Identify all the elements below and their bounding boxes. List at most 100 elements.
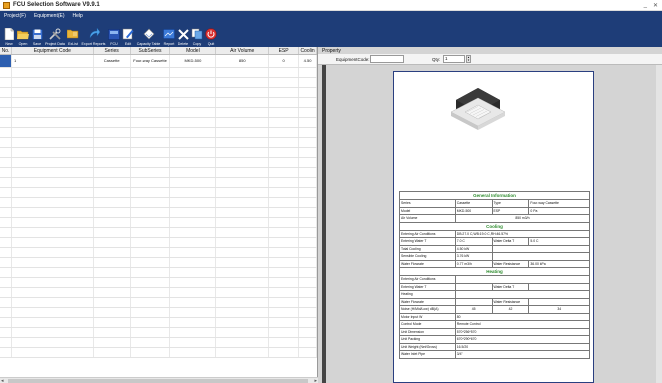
menu-project[interactable]: Project(F) <box>4 13 26 19</box>
open-folder-icon <box>17 28 29 40</box>
col-equipment-code[interactable]: Equipment Code <box>12 47 94 54</box>
quit-icon <box>205 28 217 40</box>
save-button[interactable]: Save <box>30 22 44 47</box>
new-doc-icon <box>3 28 15 40</box>
total-cooling-label: Total Cooling <box>399 244 456 253</box>
esp-label: ESP <box>491 206 530 215</box>
entering-air-value: DB:27.0 C,WB:19.0 C,RH:46.57% <box>454 229 591 238</box>
col-model[interactable]: Model <box>170 47 217 54</box>
empty-table-row <box>0 98 318 108</box>
control-mode-value: Remote Control <box>454 320 591 329</box>
empty-table-row <box>0 308 318 318</box>
horizontal-scrollbar[interactable]: ◂ ▸ <box>0 377 318 383</box>
window-title: FCU Selection Software V9.9.1 <box>13 2 100 8</box>
model-value: MKD-500 <box>454 206 493 215</box>
report-button[interactable]: Report <box>162 22 176 47</box>
col-subseries[interactable]: SubSeries <box>131 47 171 54</box>
esp-value: 0 Pa <box>528 206 590 215</box>
export-reports-button[interactable]: Export Reports <box>80 22 107 47</box>
tools-icon <box>49 28 61 40</box>
scroll-left-icon[interactable]: ◂ <box>1 378 4 383</box>
empty-table-row <box>0 208 318 218</box>
menu-help[interactable]: Help <box>73 13 83 19</box>
col-cooling[interactable]: Coolin <box>299 47 317 54</box>
entering-water-label: Entering Water T <box>399 237 456 246</box>
table-row[interactable]: 1 Cassette Four-way Cassette MKD-500 850… <box>0 55 318 68</box>
edit-button[interactable]: Edit <box>121 22 135 47</box>
empty-table-row <box>0 68 318 78</box>
vertical-scrollbar[interactable] <box>656 65 662 383</box>
delete-icon <box>177 28 189 40</box>
empty-table-row <box>0 178 318 188</box>
heating-water-flowrate-label: Water Flowrate <box>399 297 456 306</box>
empty-table-row <box>0 218 318 228</box>
equipment-grid: No. Equipment Code Series SubSeries Mode… <box>0 47 318 383</box>
row-selector[interactable] <box>0 55 12 67</box>
open-button[interactable]: Open <box>16 22 30 47</box>
empty-table-row <box>0 78 318 88</box>
noise-high: 45 <box>454 305 493 314</box>
scrollbar-thumb[interactable] <box>8 379 308 383</box>
minimize-button[interactable]: _ <box>644 2 647 9</box>
total-cooling-value: 4.50 kW <box>454 244 493 253</box>
toolbar: New Open Save Project Data ExList Export… <box>0 20 662 47</box>
quit-button[interactable]: Quit <box>204 22 218 47</box>
empty-table-row <box>0 158 318 168</box>
delete-button[interactable]: Delete <box>176 22 190 47</box>
app-icon <box>3 1 10 9</box>
report-preview: General Information Series Cassette Type… <box>393 71 594 383</box>
noise-mid: 42 <box>491 305 530 314</box>
empty-table-row <box>0 288 318 298</box>
col-air-volume[interactable]: Air Volume <box>216 47 270 54</box>
water-delta-label: Water Delta T <box>491 237 530 246</box>
qty-stepper[interactable]: ▴ ▾ <box>466 55 471 63</box>
export-reports-icon <box>88 28 100 40</box>
water-delta-value: 5.0 C <box>528 237 590 246</box>
col-esp[interactable]: ESP <box>269 47 300 54</box>
col-no[interactable]: No. <box>0 47 12 54</box>
new-button[interactable]: New <box>2 22 16 47</box>
capacity-table-button[interactable]: Capacity Table <box>135 22 162 47</box>
empty-table-row <box>0 108 318 118</box>
control-mode-label: Control Mode <box>399 320 456 329</box>
noise-low: 34 <box>528 305 590 314</box>
empty-table-row <box>0 278 318 288</box>
empty-table-row <box>0 328 318 338</box>
empty-table-row <box>0 128 318 138</box>
edit-icon <box>122 28 134 40</box>
entering-water-value: 7.0 C <box>454 237 493 246</box>
noise-label: Noise (H/Mid/Low) dB(A) <box>399 305 456 314</box>
menu-equipment[interactable]: Equipment(E) <box>34 13 65 19</box>
copy-button[interactable]: Copy <box>190 22 204 47</box>
fcu-icon <box>108 28 120 40</box>
air-volume-label: Air Volume <box>399 214 456 223</box>
cooling-heading: Cooling <box>399 221 590 231</box>
empty-table-row <box>0 258 318 268</box>
empty-table-row <box>0 338 318 348</box>
empty-table-row <box>0 138 318 148</box>
equipment-code-input[interactable] <box>370 55 404 63</box>
copy-icon <box>191 28 203 40</box>
project-data-button[interactable]: Project Data <box>44 22 66 47</box>
empty-table-row <box>0 268 318 278</box>
exlist-button[interactable]: ExList <box>66 22 80 47</box>
grid-header: No. Equipment Code Series SubSeries Mode… <box>0 47 317 55</box>
water-inlet-pipe-label: Water Inlet Pipe <box>399 350 456 359</box>
heating-label: Heating <box>399 290 456 299</box>
title-bar: FCU Selection Software V9.9.1 _ ✕ <box>0 0 662 11</box>
unit-dimension-value: 570*256*570 <box>454 327 591 336</box>
empty-table-row <box>0 88 318 98</box>
type-value: Four-way Cassette <box>528 199 590 208</box>
unit-weight-label: Unit Weight (Net/Gross) <box>399 342 456 351</box>
scroll-right-icon[interactable]: ▸ <box>314 378 317 383</box>
qty-input[interactable]: 1 <box>443 55 465 63</box>
air-volume-value: 850 m3/h <box>454 214 591 223</box>
col-series[interactable]: Series <box>94 47 131 54</box>
close-button[interactable]: ✕ <box>653 2 658 9</box>
fcu-button[interactable]: FCU <box>107 22 121 47</box>
qty-label: Qty: <box>432 57 441 62</box>
sensible-cooling-label: Sensible Cooling <box>399 252 456 261</box>
menu-bar: Project(F) Equipment(E) Help <box>0 11 662 20</box>
export-list-icon <box>67 28 79 40</box>
cell-air-volume: 850 <box>216 55 270 67</box>
